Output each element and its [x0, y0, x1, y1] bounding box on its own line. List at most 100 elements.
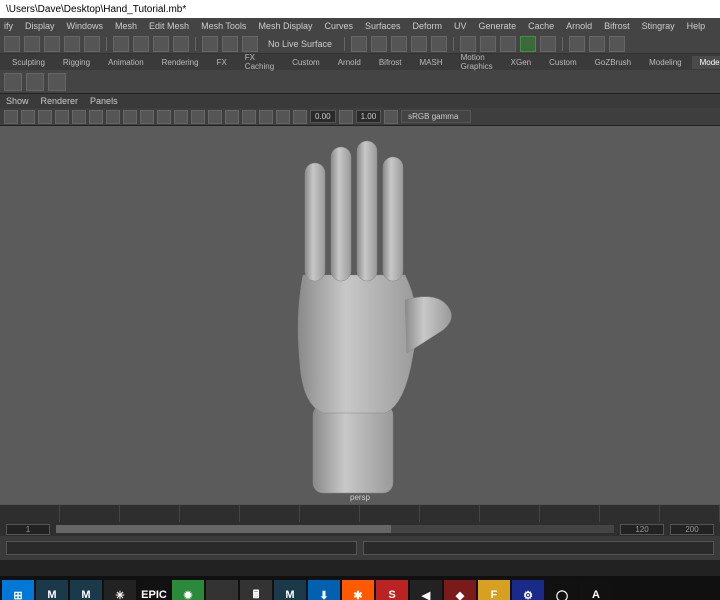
taskbar-app-icon[interactable]: F — [478, 580, 510, 600]
panel-menu-item[interactable]: Renderer — [41, 96, 79, 106]
panel-tool-icon[interactable] — [276, 110, 290, 124]
tool-icon[interactable] — [609, 36, 625, 52]
shelf-tab[interactable]: MASH — [412, 56, 451, 69]
taskbar-app-icon[interactable]: S — [376, 580, 408, 600]
shelf-button[interactable] — [4, 73, 22, 91]
shelf-tab[interactable]: FX — [209, 56, 235, 69]
menu-item[interactable]: Generate — [479, 21, 517, 31]
shelf-tab[interactable]: Modeling — [641, 56, 689, 69]
taskbar-app-icon[interactable]: ✹ — [172, 580, 204, 600]
panel-tool-icon[interactable] — [38, 110, 52, 124]
tool-icon[interactable] — [371, 36, 387, 52]
command-input[interactable] — [6, 541, 357, 555]
taskbar-app-icon[interactable]: ⚙ — [512, 580, 544, 600]
tool-icon[interactable] — [460, 36, 476, 52]
menu-item[interactable]: Windows — [67, 21, 104, 31]
menu-item[interactable]: Bifrost — [604, 21, 630, 31]
panel-tool-icon[interactable] — [191, 110, 205, 124]
tool-icon[interactable] — [520, 36, 536, 52]
play-icon[interactable] — [540, 36, 556, 52]
panel-tool-icon[interactable] — [89, 110, 103, 124]
shelf-tab[interactable]: Arnold — [330, 56, 369, 69]
taskbar-app-icon[interactable]: ⬇ — [308, 580, 340, 600]
menu-item[interactable]: Cache — [528, 21, 554, 31]
tool-icon[interactable] — [202, 36, 218, 52]
menu-item[interactable]: UV — [454, 21, 467, 31]
menu-item[interactable]: Mesh Tools — [201, 21, 246, 31]
shelf-tab[interactable]: Bifrost — [371, 56, 410, 69]
range-endB-field[interactable]: 200 — [670, 524, 714, 535]
live-surface-label[interactable]: No Live Surface — [262, 39, 338, 49]
shelf-tab[interactable]: GoZBrush — [587, 56, 639, 69]
tool-icon[interactable] — [351, 36, 367, 52]
menu-item[interactable]: ify — [4, 21, 13, 31]
shelf-tab[interactable]: XGen — [503, 56, 539, 69]
menu-item[interactable]: Arnold — [566, 21, 592, 31]
exposure-icon[interactable] — [293, 110, 307, 124]
panel-tool-icon[interactable] — [123, 110, 137, 124]
range-start-field[interactable]: 1 — [6, 524, 50, 535]
menu-item[interactable]: Help — [687, 21, 706, 31]
shelf-tab[interactable]: Sculpting — [4, 56, 53, 69]
tool-icon[interactable] — [133, 36, 149, 52]
panel-tool-icon[interactable] — [242, 110, 256, 124]
panel-menu-item[interactable]: Show — [6, 96, 29, 106]
tool-icon[interactable] — [480, 36, 496, 52]
tool-icon[interactable] — [242, 36, 258, 52]
range-end-field[interactable]: 120 — [620, 524, 664, 535]
panel-tool-icon[interactable] — [225, 110, 239, 124]
taskbar-app-icon[interactable]: ◆ — [444, 580, 476, 600]
taskbar-app-icon[interactable]: A — [580, 580, 612, 600]
taskbar-app-icon[interactable]: ◀ — [410, 580, 442, 600]
viewport[interactable]: persp — [0, 126, 720, 504]
menu-item[interactable]: Surfaces — [365, 21, 401, 31]
taskbar-app-icon[interactable]: 🖩 — [240, 580, 272, 600]
menu-item[interactable]: Edit Mesh — [149, 21, 189, 31]
shelf-tab[interactable]: Rendering — [154, 56, 207, 69]
panel-tool-icon[interactable] — [259, 110, 273, 124]
tool-icon[interactable] — [500, 36, 516, 52]
shelf-button[interactable] — [48, 73, 66, 91]
shelf-tab[interactable]: Motion Graphics — [453, 51, 501, 73]
tool-icon[interactable] — [173, 36, 189, 52]
shelf-tab[interactable]: Custom — [284, 56, 328, 69]
tool-icon[interactable] — [411, 36, 427, 52]
tool-icon[interactable] — [589, 36, 605, 52]
menu-item[interactable]: Mesh Display — [258, 21, 312, 31]
tool-icon[interactable] — [569, 36, 585, 52]
tool-icon[interactable] — [391, 36, 407, 52]
shelf-tab[interactable]: Rigging — [55, 56, 98, 69]
tool-icon[interactable] — [24, 36, 40, 52]
taskbar-app-icon[interactable]: ◯ — [546, 580, 578, 600]
taskbar-app-icon[interactable]: M — [274, 580, 306, 600]
menu-item[interactable]: Curves — [324, 21, 353, 31]
shelf-tab[interactable]: Custom — [541, 56, 585, 69]
menu-item[interactable]: Stingray — [642, 21, 675, 31]
shelf-tab[interactable]: FX Caching — [237, 51, 282, 73]
panel-tool-icon[interactable] — [208, 110, 222, 124]
taskbar-app-icon[interactable]: M — [36, 580, 68, 600]
tool-icon[interactable] — [113, 36, 129, 52]
range-bar[interactable] — [56, 525, 614, 533]
tool-icon[interactable] — [153, 36, 169, 52]
panel-tool-icon[interactable] — [384, 110, 398, 124]
taskbar-app-icon[interactable]: M — [70, 580, 102, 600]
panel-tool-icon[interactable] — [174, 110, 188, 124]
taskbar-app-icon[interactable] — [206, 580, 238, 600]
shelf-button[interactable] — [26, 73, 44, 91]
tool-icon[interactable] — [44, 36, 60, 52]
shelf-tab[interactable]: Animation — [100, 56, 152, 69]
taskbar-app-icon[interactable]: EPIC — [138, 580, 170, 600]
gamma-icon[interactable] — [339, 110, 353, 124]
taskbar-app-icon[interactable]: ✱ — [342, 580, 374, 600]
panel-tool-icon[interactable] — [157, 110, 171, 124]
menu-item[interactable]: Mesh — [115, 21, 137, 31]
exposure-field[interactable]: 0.00 — [310, 110, 336, 123]
taskbar-app-icon[interactable]: ⊞ — [2, 580, 34, 600]
tool-icon[interactable] — [4, 36, 20, 52]
menu-item[interactable]: Deform — [413, 21, 443, 31]
panel-tool-icon[interactable] — [72, 110, 86, 124]
panel-tool-icon[interactable] — [21, 110, 35, 124]
panel-tool-icon[interactable] — [55, 110, 69, 124]
panel-menu-item[interactable]: Panels — [90, 96, 118, 106]
